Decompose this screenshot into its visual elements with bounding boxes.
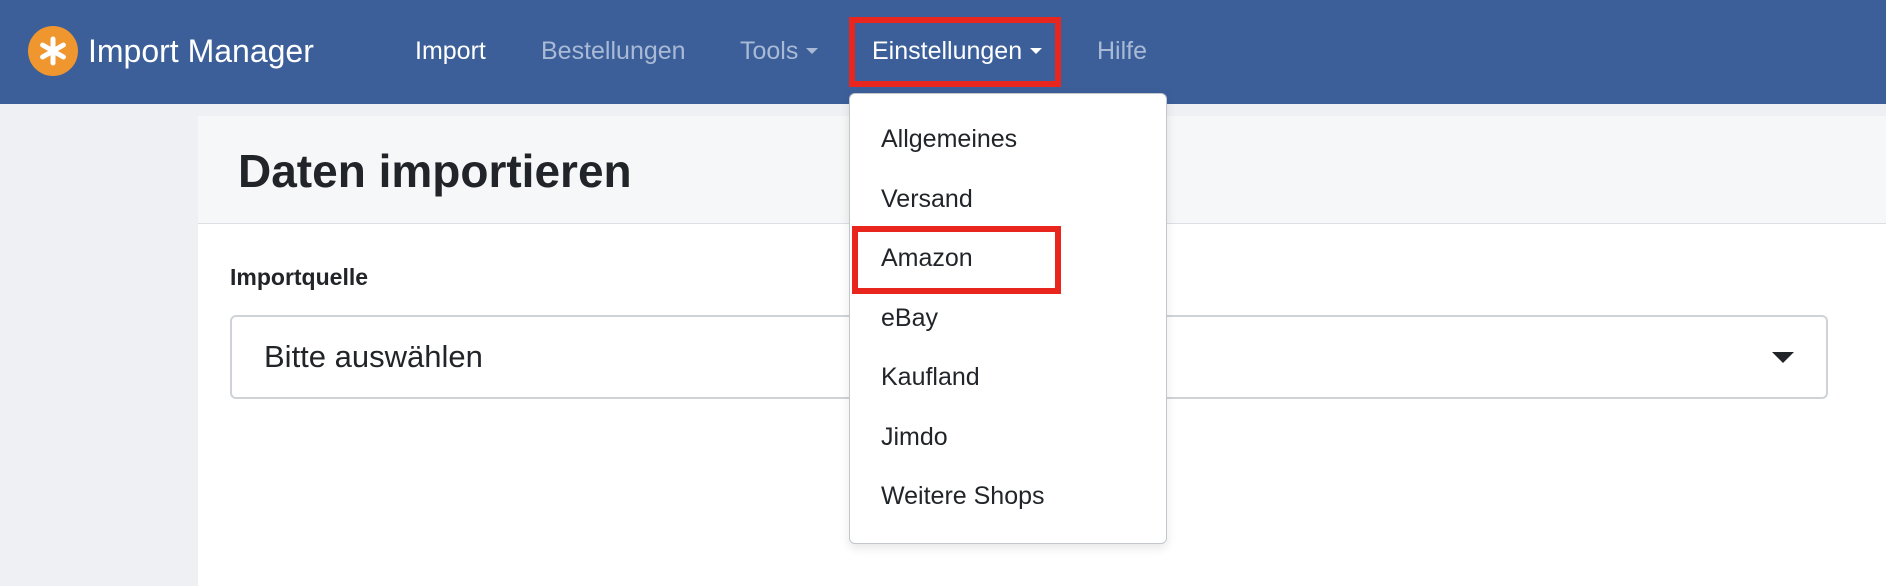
menu-item-versand[interactable]: Versand xyxy=(881,185,973,214)
nav-tools-label: Tools xyxy=(740,37,799,65)
caret-down-icon xyxy=(1030,48,1043,54)
nav-tools[interactable]: Tools xyxy=(740,33,819,69)
nav-einstellungen[interactable]: Einstellungen xyxy=(872,33,1043,69)
brand[interactable]: Import Manager xyxy=(28,25,314,77)
menu-item-weitere-shops[interactable]: Weitere Shops xyxy=(881,482,1045,511)
app-title: Import Manager xyxy=(88,32,314,69)
menu-item-jimdo[interactable]: Jimdo xyxy=(881,423,948,452)
nav-hilfe-label: Hilfe xyxy=(1097,37,1148,65)
caret-down-icon xyxy=(806,48,819,54)
import-source-select-value: Bitte auswählen xyxy=(264,339,483,374)
nav-bestellungen-label: Bestellungen xyxy=(541,37,686,65)
menu-item-amazon[interactable]: Amazon xyxy=(881,244,973,273)
menu-item-ebay[interactable]: eBay xyxy=(881,304,938,333)
nav-hilfe[interactable]: Hilfe xyxy=(1097,33,1147,69)
left-sidebar-area xyxy=(0,104,198,586)
caret-down-icon xyxy=(1772,352,1794,363)
nav-bestellungen[interactable]: Bestellungen xyxy=(541,33,686,69)
menu-item-allgemeines[interactable]: Allgemeines xyxy=(881,125,1017,154)
settings-dropdown-menu: Allgemeines Versand Amazon eBay Kaufland… xyxy=(849,93,1167,544)
nav-import[interactable]: Import xyxy=(415,33,486,69)
import-source-label: Importquelle xyxy=(230,264,369,290)
nav-import-label: Import xyxy=(415,37,486,65)
page-title: Daten importieren xyxy=(238,145,632,197)
asterisk-icon xyxy=(28,26,78,76)
nav-einstellungen-label: Einstellungen xyxy=(872,37,1023,65)
top-navbar: Import Manager Import Bestellungen Tools… xyxy=(0,0,1886,104)
menu-item-kaufland[interactable]: Kaufland xyxy=(881,363,980,392)
